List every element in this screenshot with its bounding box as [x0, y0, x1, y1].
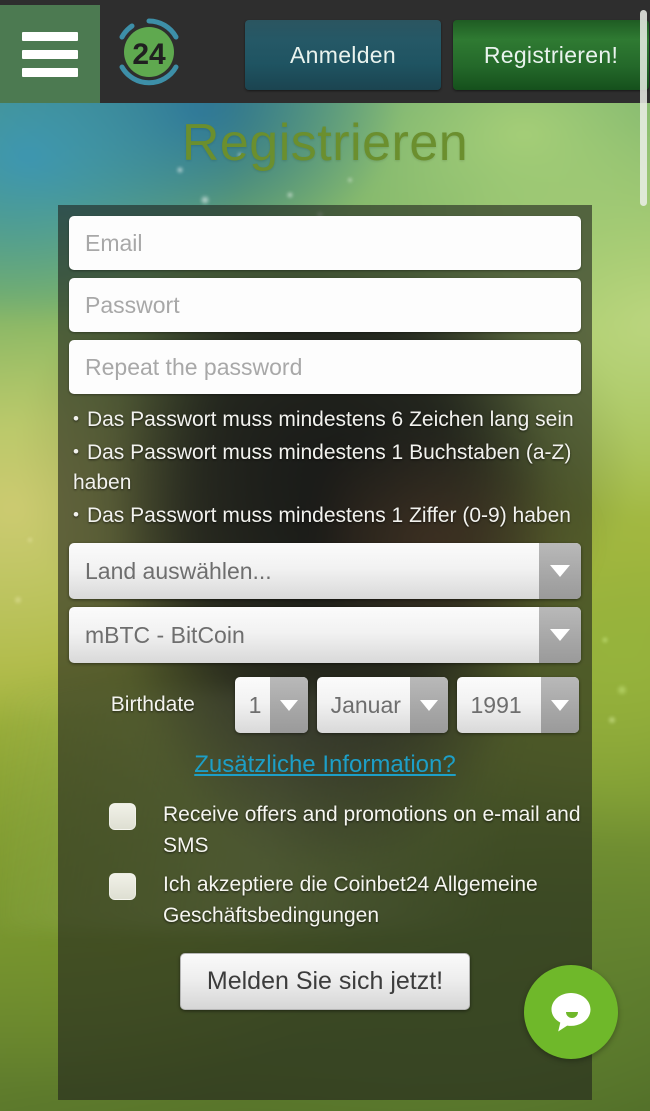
scrollbar-thumb[interactable]	[640, 10, 647, 206]
password-repeat-input[interactable]	[69, 340, 581, 394]
hamburger-bar	[22, 67, 78, 77]
login-button[interactable]: Anmelden	[245, 20, 441, 90]
country-select[interactable]: Land auswählen...	[69, 543, 581, 599]
chevron-down-icon	[541, 677, 579, 733]
terms-checkbox-label: Ich akzeptiere die Coinbet24 Allgemeine …	[163, 873, 538, 927]
page-scrollbar[interactable]	[637, 0, 650, 1111]
birthdate-month-select[interactable]: Januar	[316, 677, 448, 733]
chevron-down-icon	[409, 677, 448, 733]
chevron-down-icon	[539, 543, 581, 599]
register-button[interactable]: Registrieren!	[453, 20, 649, 90]
birthdate-day-select[interactable]: 1	[234, 677, 308, 733]
consent-checkbox-list: Receive offers and promotions on e-mail …	[69, 799, 581, 931]
birthdate-year-select[interactable]: 1991	[456, 677, 579, 733]
consent-row-terms: Ich akzeptiere die Coinbet24 Allgemeine …	[109, 869, 581, 931]
email-input[interactable]	[69, 216, 581, 270]
chevron-down-icon	[269, 677, 308, 733]
svg-text:24: 24	[132, 38, 166, 71]
country-select-value: Land auswählen...	[69, 543, 581, 599]
currency-select[interactable]: mBTC - BitCoin	[69, 607, 581, 663]
consent-row-offers: Receive offers and promotions on e-mail …	[109, 799, 581, 861]
birthdate-label: Birthdate	[110, 693, 195, 716]
password-rule: Das Passwort muss mindestens 1 Buchstabe…	[73, 437, 577, 498]
chevron-down-icon	[539, 607, 581, 663]
hamburger-bar	[22, 31, 78, 41]
submit-row: Melden Sie sich jetzt!	[69, 953, 581, 1010]
chat-widget-button[interactable]	[524, 965, 618, 1059]
terms-checkbox[interactable]	[109, 873, 136, 900]
registration-form-panel: Das Passwort muss mindestens 6 Zeichen l…	[58, 205, 592, 1100]
password-rule: Das Passwort muss mindestens 1 Ziffer (0…	[73, 500, 577, 531]
password-requirements-list: Das Passwort muss mindestens 6 Zeichen l…	[69, 404, 581, 531]
chat-bubble-icon	[551, 993, 591, 1032]
register-submit-button[interactable]: Melden Sie sich jetzt!	[179, 953, 471, 1010]
birthdate-row: Birthdate 1 Januar 1991	[69, 677, 581, 733]
hamburger-menu-icon[interactable]	[0, 5, 100, 103]
offers-checkbox-label: Receive offers and promotions on e-mail …	[163, 803, 581, 857]
hamburger-bar	[22, 49, 78, 59]
offers-checkbox[interactable]	[109, 803, 136, 830]
password-input[interactable]	[69, 278, 581, 332]
currency-select-value: mBTC - BitCoin	[69, 607, 581, 663]
additional-information-link[interactable]: Zusätzliche Information?	[69, 751, 581, 779]
page-title: Registrieren	[181, 114, 469, 172]
registration-page: 24 Anmelden Registrieren! Registrieren D…	[0, 0, 650, 1111]
coinbet24-logo[interactable]: 24	[113, 16, 185, 88]
password-rule: Das Passwort muss mindestens 6 Zeichen l…	[73, 404, 577, 435]
site-header: 24 Anmelden Registrieren!	[0, 0, 650, 103]
